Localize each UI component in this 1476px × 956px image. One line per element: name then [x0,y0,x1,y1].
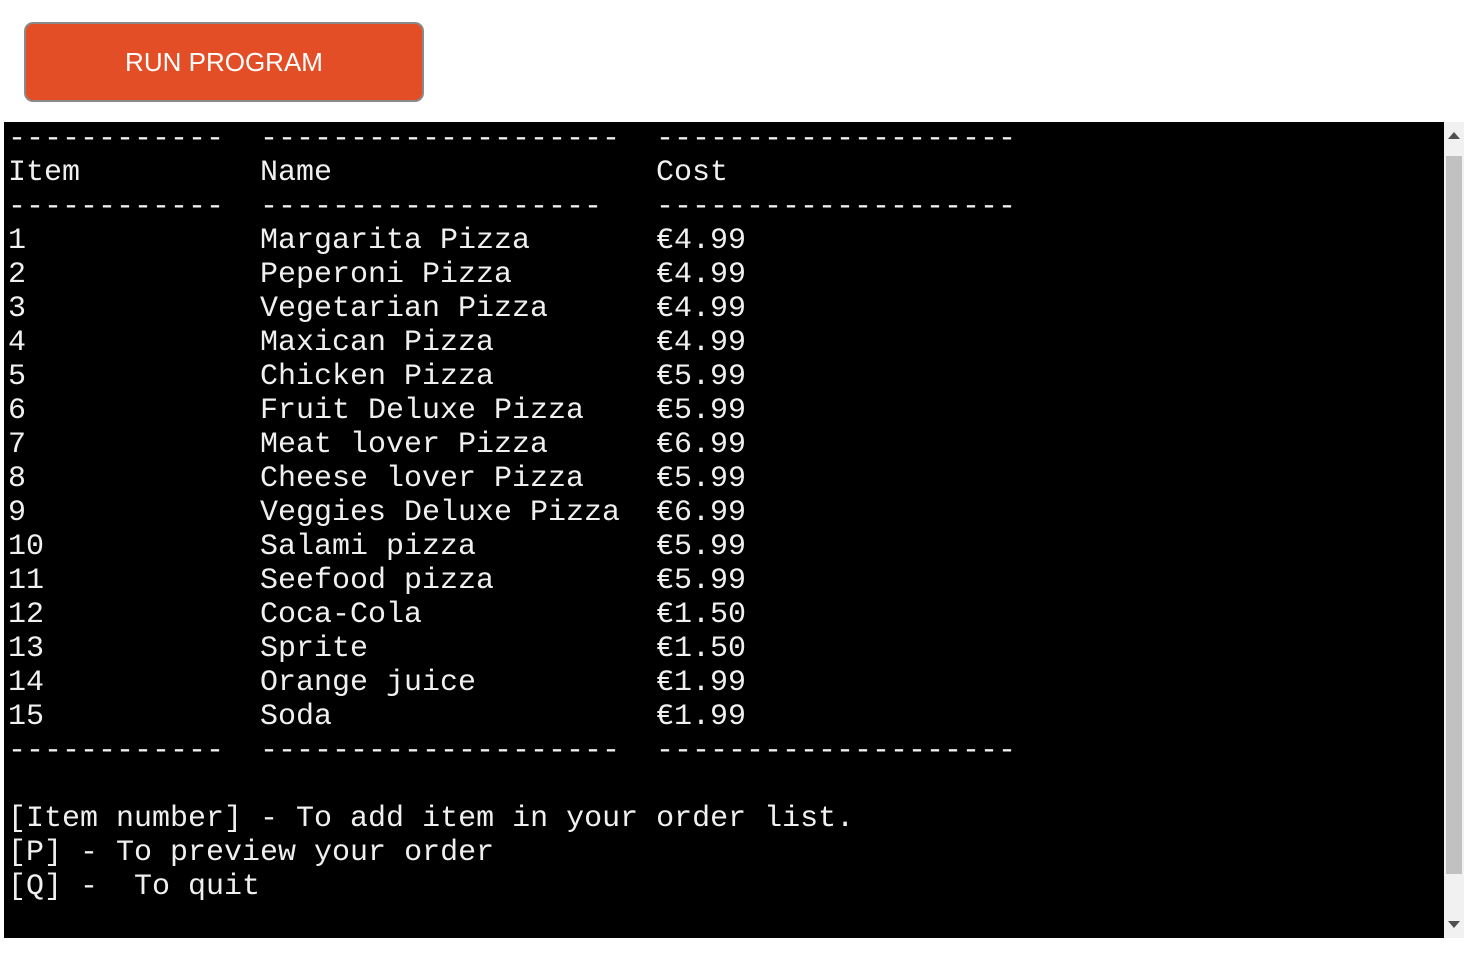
header-item: Item [8,156,81,190]
header-name: Name [260,156,333,190]
table-row: 1 Margarita Pizza €4.99 [8,224,854,258]
scroll-down-arrow-icon[interactable] [1448,921,1460,928]
row-cost: €5.99 [656,462,747,496]
row-name: Margarita Pizza [260,224,531,258]
row-cost: €4.99 [656,292,747,326]
divider-bottom: ------------ -------------------- ------… [8,734,1016,768]
row-cost: €4.99 [656,326,747,360]
row-name: Soda [260,700,333,734]
row-cost: €5.99 [656,360,747,394]
row-name: Salami pizza [260,530,477,564]
row-item: 13 [8,632,45,666]
divider-segment: -------------------- [656,190,1017,224]
scroll-thumb[interactable] [1446,156,1462,874]
row-cost: €5.99 [656,530,747,564]
row-item: 11 [8,564,45,598]
row-name: Orange juice [260,666,477,700]
row-item: 1 [8,224,27,258]
row-cost: €1.50 [656,598,747,632]
row-item: 6 [8,394,27,428]
table-header: Item Name Cost [8,156,854,190]
row-name: Sprite [260,632,369,666]
row-name: Seefood pizza [260,564,495,598]
row-item: 9 [8,496,27,530]
row-cost: €1.99 [656,700,747,734]
row-item: 4 [8,326,27,360]
table-row: 9 Veggies Deluxe Pizza €6.99 [8,496,854,530]
terminal-output[interactable]: ------------ -------------------- ------… [4,122,1444,938]
table-row: 2 Peperoni Pizza €4.99 [8,258,854,292]
row-item: 8 [8,462,27,496]
divider-segment: ------------ [8,190,225,224]
row-name: Fruit Deluxe Pizza [260,394,585,428]
terminal-scrollbar[interactable] [1444,122,1464,938]
row-item: 2 [8,258,27,292]
instruction-line: [P] - To preview your order [8,836,495,870]
row-name: Cheese lover Pizza [260,462,585,496]
divider-segment: -------------------- [260,734,621,768]
table-row: 7 Meat lover Pizza €6.99 [8,428,854,462]
table-row: 3 Vegetarian Pizza €4.99 [8,292,854,326]
table-row: 6 Fruit Deluxe Pizza €5.99 [8,394,854,428]
table-row: 12 Coca-Cola €1.50 [8,598,854,632]
table-row: 15 Soda €1.99 [8,700,854,734]
table-row: 11 Seefood pizza €5.99 [8,564,854,598]
row-cost: €5.99 [656,564,747,598]
terminal-lines: ------------ -------------------- ------… [8,122,1016,904]
row-name: Chicken Pizza [260,360,495,394]
header-cost: Cost [656,156,729,190]
row-name: Meat lover Pizza [260,428,549,462]
row-cost: €4.99 [656,258,747,292]
row-item: 15 [8,700,45,734]
row-cost: €6.99 [656,428,747,462]
row-cost: €4.99 [656,224,747,258]
scroll-up-arrow-icon[interactable] [1448,132,1460,139]
table-row: 8 Cheese lover Pizza €5.99 [8,462,854,496]
row-cost: €1.99 [656,666,747,700]
divider-header: ------------ ------------------- -------… [8,190,1016,224]
row-name: Maxican Pizza [260,326,495,360]
row-item: 7 [8,428,27,462]
table-row: 14 Orange juice €1.99 [8,666,854,700]
row-name: Veggies Deluxe Pizza [260,496,621,530]
instruction-line: [Item number] - To add item in your orde… [8,802,855,836]
row-name: Peperoni Pizza [260,258,513,292]
divider-top: ------------ -------------------- ------… [8,122,1016,156]
row-item: 10 [8,530,45,564]
divider-segment: -------------------- [656,122,1017,156]
instruction-line: [Q] - To quit [8,870,261,904]
row-item: 12 [8,598,45,632]
table-row: 4 Maxican Pizza €4.99 [8,326,854,360]
row-item: 3 [8,292,27,326]
run-program-button[interactable]: RUN PROGRAM [24,22,424,102]
divider-segment: ------------ [8,122,225,156]
row-cost: €5.99 [656,394,747,428]
row-cost: €1.50 [656,632,747,666]
row-name: Coca-Cola [260,598,423,632]
table-row: 5 Chicken Pizza €5.99 [8,360,854,394]
divider-segment: ------------------- [260,190,603,224]
divider-segment: -------------------- [656,734,1017,768]
row-item: 5 [8,360,27,394]
divider-segment: -------------------- [260,122,621,156]
divider-segment: ------------ [8,734,225,768]
table-row: 10 Salami pizza €5.99 [8,530,854,564]
row-name: Vegetarian Pizza [260,292,549,326]
row-cost: €6.99 [656,496,747,530]
table-row: 13 Sprite €1.50 [8,632,854,666]
row-item: 14 [8,666,45,700]
